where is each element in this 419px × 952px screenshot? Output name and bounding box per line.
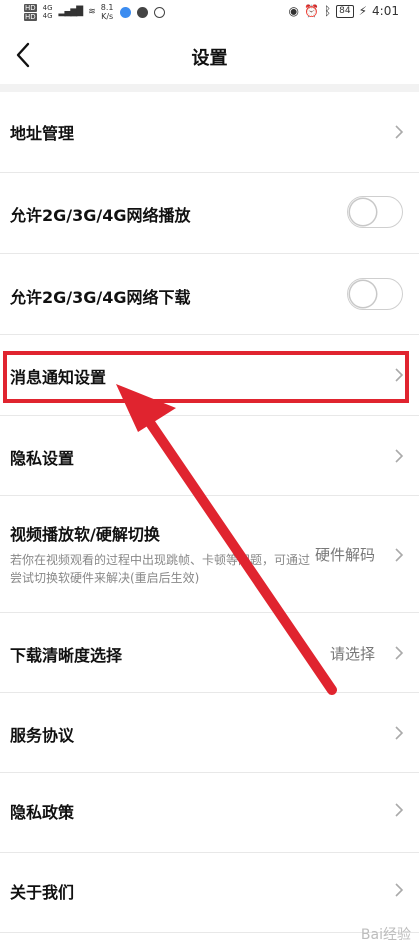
row-label: 视频播放软/硬解切换 bbox=[10, 525, 160, 544]
signal-2-label: 4G bbox=[42, 12, 53, 20]
status-bar: HD HD 4G 4G ▂▄▆█ ≋ 8.1 K/s ◉ ⏰ ᛒ 84 ⚡ 4:… bbox=[0, 0, 419, 26]
eye-icon: ◉ bbox=[288, 4, 299, 18]
toggle-knob bbox=[350, 281, 376, 307]
alarm-icon: ⏰ bbox=[304, 4, 319, 18]
settings-row-mobile-play: 允许2G/3G/4G网络播放 bbox=[0, 172, 419, 254]
settings-row-privacy-policy[interactable]: 隐私政策 bbox=[0, 772, 419, 853]
settings-row-terms[interactable]: 服务协议 bbox=[0, 692, 419, 773]
hd-badge-2: HD bbox=[24, 12, 37, 21]
mobile-download-toggle[interactable] bbox=[347, 278, 403, 310]
section-divider bbox=[0, 84, 419, 92]
network-speed: 8.1 K/s bbox=[101, 3, 114, 21]
clock: 4:01 bbox=[372, 4, 399, 18]
row-label: 下载清晰度选择 bbox=[10, 646, 123, 665]
row-label: 允许2G/3G/4G网络播放 bbox=[10, 206, 191, 225]
row-label: 关于我们 bbox=[10, 883, 75, 902]
page-title: 设置 bbox=[191, 48, 228, 69]
decoder-value: 硬件解码 bbox=[314, 546, 375, 564]
mobile-play-toggle[interactable] bbox=[347, 196, 403, 228]
row-description: 若你在视频观看的过程中出现跳帧、卡顿等问题，可通过尝试切换软硬件来解决(重启后生… bbox=[10, 553, 311, 585]
speed-unit: K/s bbox=[101, 12, 114, 21]
signal-group: 4G 4G bbox=[43, 4, 53, 20]
hd-badge-1: HD bbox=[24, 3, 37, 12]
toggle-knob bbox=[350, 199, 376, 225]
status-left: HD HD 4G 4G ▂▄▆█ ≋ 8.1 K/s bbox=[24, 3, 165, 21]
settings-row-about[interactable]: 关于我们 bbox=[0, 852, 419, 933]
nav-header: 设置 bbox=[0, 26, 419, 84]
highlight-box bbox=[3, 351, 409, 403]
row-label: 允许2G/3G/4G网络下载 bbox=[10, 288, 191, 307]
row-label: 隐私政策 bbox=[10, 803, 75, 822]
chevron-right-icon bbox=[395, 883, 404, 897]
wifi-icon: ≋ bbox=[88, 7, 95, 17]
settings-row-mobile-download: 允许2G/3G/4G网络下载 bbox=[0, 253, 419, 335]
signal-bars-icon: ▂▄▆█ bbox=[58, 7, 84, 17]
notification-app-icon bbox=[153, 6, 165, 18]
row-label: 隐私设置 bbox=[10, 449, 75, 468]
chevron-right-icon bbox=[395, 803, 404, 817]
status-right: ◉ ⏰ ᛒ 84 ⚡ 4:01 bbox=[289, 4, 399, 18]
chevron-right-icon bbox=[395, 726, 404, 740]
row-label: 服务协议 bbox=[10, 726, 75, 745]
settings-row-address[interactable]: 地址管理 bbox=[0, 92, 419, 173]
settings-row-download-quality[interactable]: 下载清晰度选择 请选择 bbox=[0, 612, 419, 693]
settings-row-video-decoder[interactable]: 视频播放软/硬解切换 若你在视频观看的过程中出现跳帧、卡顿等问题，可通过尝试切换… bbox=[0, 495, 419, 613]
chat-app-icon bbox=[136, 6, 148, 18]
bluetooth-icon: ᛒ bbox=[323, 4, 332, 18]
signal-1-label: 4G bbox=[42, 4, 53, 12]
battery-indicator: 84 bbox=[336, 4, 354, 18]
quality-value: 请选择 bbox=[329, 645, 375, 663]
chevron-right-icon bbox=[395, 125, 404, 139]
chevron-right-icon bbox=[395, 548, 404, 562]
row-label: 地址管理 bbox=[10, 124, 75, 143]
watermark-logo: Bai经验 bbox=[360, 927, 411, 943]
sim-indicators: HD HD bbox=[24, 3, 37, 21]
shield-app-icon bbox=[119, 6, 131, 18]
chevron-right-icon bbox=[395, 449, 404, 463]
chevron-right-icon bbox=[395, 646, 404, 660]
charging-icon: ⚡ bbox=[358, 4, 368, 18]
speed-value: 8.1 bbox=[100, 3, 114, 12]
settings-row-privacy[interactable]: 隐私设置 bbox=[0, 415, 419, 496]
